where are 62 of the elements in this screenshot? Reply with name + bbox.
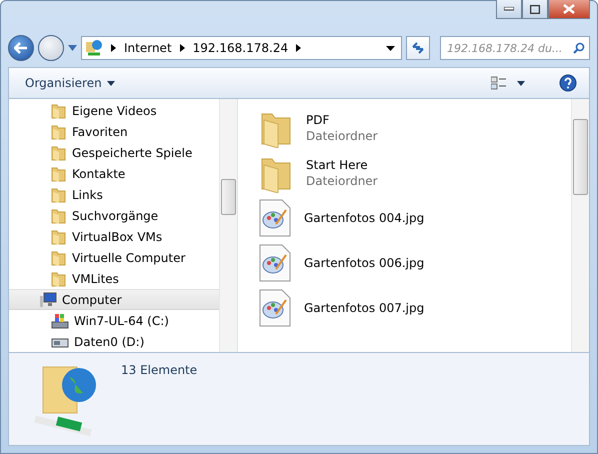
nav-item[interactable]: Suchvorgänge	[9, 205, 219, 226]
chevron-icon	[296, 44, 302, 52]
nav-item[interactable]: Virtuelle Computer	[9, 247, 219, 268]
scrollbar[interactable]	[571, 99, 589, 352]
computer-icon	[39, 292, 57, 308]
folder-icon	[51, 124, 67, 140]
nav-item[interactable]: VirtualBox VMs	[9, 226, 219, 247]
back-arrow-icon	[14, 42, 28, 54]
file-name[interactable]: Gartenfotos 006.jpg	[304, 256, 424, 270]
folder-icon	[51, 208, 67, 224]
dropdown-icon[interactable]	[517, 80, 525, 86]
nav-item[interactable]: Win7-UL-64 (C:)	[9, 310, 219, 331]
forward-button[interactable]	[38, 35, 64, 61]
search-box[interactable]: 192.168.178.24 du...	[440, 36, 590, 60]
breadcrumb[interactable]: 192.168.178.24	[192, 41, 288, 55]
help-icon[interactable]	[559, 74, 577, 92]
close-button[interactable]	[548, 0, 590, 19]
nav-item[interactable]: Daten0 (D:)	[9, 331, 219, 352]
close-icon	[563, 4, 575, 14]
nav-item[interactable]: Kontakte	[9, 163, 219, 184]
folder-icon	[51, 228, 67, 244]
folder-icon	[51, 144, 67, 160]
refresh-button[interactable]	[406, 36, 430, 60]
file-name[interactable]: PDF	[306, 112, 378, 126]
refresh-icon	[411, 42, 425, 54]
file-type: Dateiordner	[306, 174, 378, 188]
nav-item[interactable]: Gespeicherte Spiele	[9, 142, 219, 163]
back-button[interactable]	[8, 35, 34, 61]
nav-item[interactable]: Computer	[9, 289, 219, 310]
nav-item[interactable]: Favoriten	[9, 121, 219, 142]
item-count: 13 Elemente	[121, 363, 198, 379]
folder-icon	[51, 186, 67, 202]
drive-icon	[51, 312, 69, 328]
folder-icon	[51, 270, 67, 286]
image-file-icon	[258, 242, 292, 282]
breadcrumb[interactable]: Internet	[124, 41, 172, 55]
search-icon	[573, 42, 585, 54]
folder-icon	[51, 250, 67, 266]
maximize-icon	[530, 4, 540, 14]
folder-icon	[51, 166, 67, 182]
address-bar[interactable]: Internet 192.168.178.24	[81, 36, 402, 60]
chevron-icon	[180, 44, 185, 52]
network-icon	[85, 39, 103, 57]
file-type: Dateiordner	[306, 128, 378, 142]
folder-icon	[51, 102, 67, 118]
organize-button[interactable]: Organisieren	[21, 74, 119, 92]
nav-item[interactable]: VMLites	[9, 268, 219, 289]
nav-item[interactable]: Eigene Videos	[9, 100, 219, 121]
nav-item[interactable]: Links	[9, 184, 219, 205]
file-name[interactable]: Start Here	[306, 158, 378, 172]
maximize-button[interactable]	[522, 0, 548, 19]
file-name[interactable]: Gartenfotos 004.jpg	[304, 210, 424, 224]
scrollbar[interactable]	[219, 99, 237, 352]
chevron-icon	[111, 44, 116, 52]
view-options-icon[interactable]	[491, 76, 507, 90]
image-file-icon	[258, 198, 292, 238]
image-file-icon	[258, 288, 292, 328]
caret-icon	[106, 80, 115, 86]
minimize-icon	[504, 7, 514, 11]
dropdown-icon[interactable]	[386, 46, 395, 50]
minimize-button[interactable]	[496, 0, 522, 19]
file-name[interactable]: Gartenfotos 007.jpg	[304, 300, 424, 314]
